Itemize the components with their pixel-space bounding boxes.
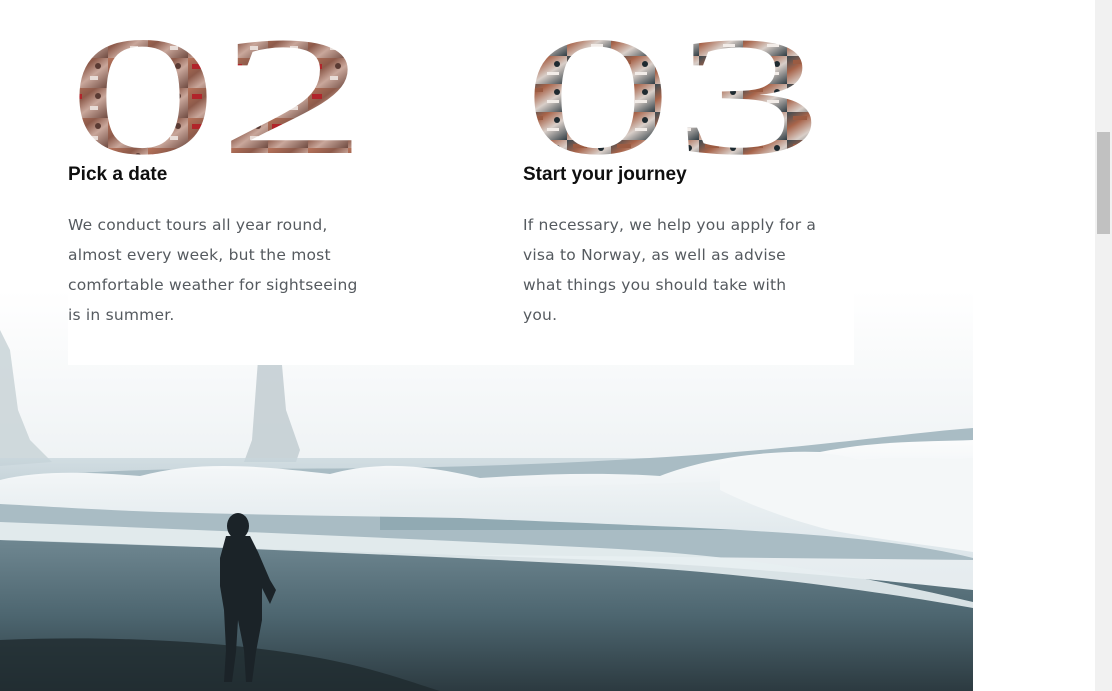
step-title: Start your journey	[523, 164, 687, 185]
step-number-text: 03	[523, 28, 823, 163]
step-description: We conduct tours all year round, almost …	[68, 216, 358, 324]
page: 02 Pick a date We conduct tours all year…	[0, 0, 1112, 691]
scrollbar-thumb[interactable]	[1097, 132, 1110, 234]
step-03: 03 Start your journey If necessary, we h…	[523, 0, 843, 324]
step-02: 02 Pick a date We conduct tours all year…	[68, 0, 388, 324]
page-scrollbar[interactable]	[1095, 0, 1112, 691]
step-number-text: 02	[68, 28, 368, 163]
step-number-02: 02	[68, 28, 368, 163]
step-title: Pick a date	[68, 164, 168, 185]
step-number-03: 03	[523, 28, 823, 163]
step-description: If necessary, we help you apply for a vi…	[523, 216, 817, 324]
